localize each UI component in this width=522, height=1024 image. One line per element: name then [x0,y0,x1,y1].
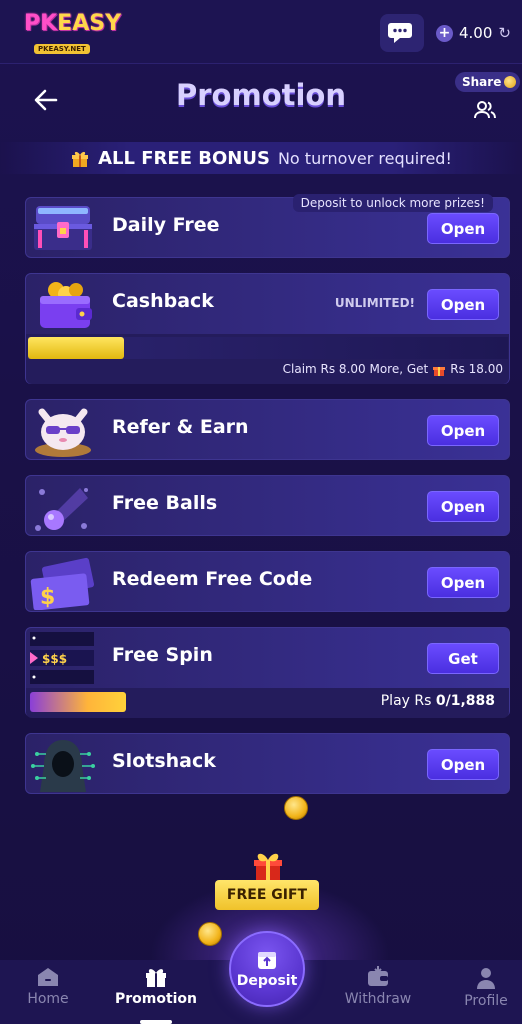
slotshack-card[interactable]: Slotshack Open [25,733,510,794]
coin-icon [198,922,222,946]
share-label: Share [462,75,502,89]
free-gift-button[interactable]: FREE GIFT [215,880,319,910]
slotshack-title: Slotshack [112,750,216,772]
free-spin-get-button[interactable]: Get [427,643,499,674]
free-spin-progress: Play Rs 0/1,888 [26,688,509,718]
refer-earn-card[interactable]: Refer & Earn Open [25,399,510,460]
comet-ball-icon [35,488,88,531]
redeem-code-title: Redeem Free Code [112,568,313,590]
svg-text:$: $ [40,585,55,610]
cashback-progress-track [28,337,508,359]
chat-icon [388,23,412,43]
nav-home-label: Home [27,991,69,1007]
bonus-banner: ALL FREE BONUS No turnover required! [0,142,522,174]
slotshack-open-button[interactable]: Open [427,749,499,780]
claim-prefix: Claim Rs 8.00 More, Get [282,362,429,376]
gift-box-icon[interactable] [250,846,286,882]
free-spin-play-text: Play Rs 0/1,888 [381,693,495,709]
nav-promotion-label: Promotion [114,991,198,1007]
redeem-code-open-button[interactable]: Open [427,567,499,598]
free-balls-open-button[interactable]: Open [427,491,499,522]
unlock-tip: Deposit to unlock more prizes! [292,194,493,212]
treasure-chest-icon [34,206,92,250]
wallet-coins-icon [40,282,92,328]
nav-profile[interactable]: Profile [441,960,522,1024]
app-logo[interactable]: PKEASY PKEASY.NET [24,11,121,54]
logo-subtext: PKEASY.NET [34,44,90,54]
wallet-icon [368,966,388,986]
nav-profile-label: Profile [464,993,508,1009]
coin-icon [504,76,517,88]
chat-button[interactable] [380,14,424,52]
page-title: Promotion [176,78,346,112]
balance-value: 4.00 [459,24,493,42]
free-spin-title: Free Spin [112,644,213,666]
cat-mascot-icon [35,408,91,457]
deposit-label: Deposit [236,973,298,989]
deposit-icon [258,952,276,969]
unlimited-badge: UNLIMITED! [334,296,415,310]
play-value: 0/1,888 [435,693,495,709]
refer-earn-open-button[interactable]: Open [427,415,499,446]
redeem-code-card[interactable]: $ Redeem Free Code Open [25,551,510,612]
page-header: Promotion Share [0,64,522,144]
daily-free-open-button[interactable]: Open [427,213,499,244]
cashback-open-button[interactable]: Open [427,289,499,320]
ticket-icon: $ [30,557,95,610]
cashback-title: Cashback [112,290,214,312]
nav-promotion[interactable]: Promotion [111,960,201,1024]
plus-icon[interactable]: + [436,24,453,42]
deposit-button[interactable]: Deposit [229,931,305,1007]
free-balls-card[interactable]: Free Balls Open [25,475,510,536]
cashback-card[interactable]: Cashback UNLIMITED! Open Claim Rs 8.00 M… [25,273,510,384]
share-button[interactable]: Share [455,72,521,122]
refer-earn-title: Refer & Earn [112,416,249,438]
gift-icon [146,969,166,987]
nav-home[interactable]: Home [3,960,93,1024]
play-prefix: Play Rs [380,693,432,709]
bonus-subtitle: No turnover required! [277,148,452,168]
top-bar: PKEASY PKEASY.NET + 4.00 ↻ [0,0,522,64]
free-spin-progress-bar [30,692,126,712]
claim-reward: Rs 18.00 [450,362,503,376]
slot-reel-text: $$$ [42,652,67,666]
cashback-progress: Claim Rs 8.00 More, Get Rs 18.00 [26,334,509,384]
logo-text-pk: PK [24,11,58,36]
home-icon [38,968,58,986]
bonus-title: ALL FREE BONUS [98,147,270,169]
share-pill: Share [455,72,521,92]
logo-text-easy: EASY [57,11,122,36]
active-tab-indicator [140,1020,172,1024]
nav-withdraw-label: Withdraw [344,991,412,1007]
hacker-icon [31,740,95,792]
people-icon [474,101,496,119]
cashback-progress-fill [28,337,124,359]
daily-free-card[interactable]: Daily Free Deposit to unlock more prizes… [25,194,510,258]
balance-display[interactable]: + 4.00 ↻ [436,22,511,44]
daily-free-title: Daily Free [112,214,220,236]
nav-withdraw[interactable]: Withdraw [333,960,423,1024]
profile-icon [477,968,495,989]
slot-reel-icon: $$$ [30,632,94,684]
cashback-claim-text: Claim Rs 8.00 More, Get Rs 18.00 [283,362,503,376]
gift-icon [72,151,89,167]
free-balls-title: Free Balls [112,492,218,514]
free-spin-card[interactable]: $$$ Free Spin Get Play Rs 0/1,888 [25,627,510,718]
coin-icon [284,796,308,820]
gift-icon [433,367,446,376]
refresh-icon[interactable]: ↻ [498,24,511,42]
